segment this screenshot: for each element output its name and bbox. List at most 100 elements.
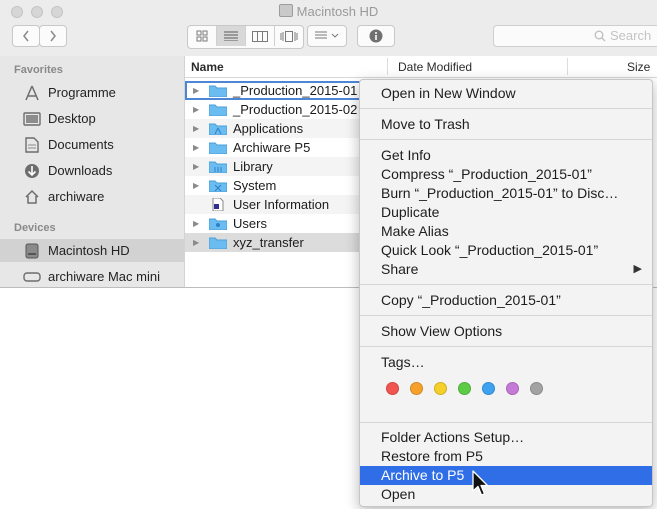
file-row[interactable]: User Information [185, 195, 375, 214]
disclosure-triangle-icon[interactable]: ▶ [193, 105, 203, 114]
menu-item-share[interactable]: Share ▶ [360, 260, 652, 279]
menu-item-archive-to-p5[interactable]: Archive to P5 [360, 466, 652, 485]
sidebar-item-label: Desktop [48, 111, 96, 126]
date-modified-column-header[interactable]: Date Modified [398, 60, 472, 74]
tag-purple[interactable] [506, 382, 519, 395]
file-row[interactable]: ▶ Applications [185, 119, 375, 138]
icon-view-button[interactable] [188, 26, 217, 46]
menu-separator [360, 108, 652, 109]
file-name: Applications [233, 121, 304, 136]
disclosure-triangle-icon[interactable]: ▶ [193, 124, 203, 133]
arrange-button[interactable] [307, 25, 347, 47]
menu-item-show-view-options[interactable]: Show View Options [360, 322, 652, 341]
list-view-button[interactable] [217, 26, 246, 46]
forward-button[interactable] [39, 25, 67, 47]
mouse-pointer-icon [472, 470, 489, 496]
column-divider[interactable] [387, 58, 388, 75]
menu-item-make-alias[interactable]: Make Alias [360, 222, 652, 241]
tag-yellow[interactable] [434, 382, 447, 395]
menu-item-open-in-new-window[interactable]: Open in New Window [360, 84, 652, 103]
sidebar-item-archiware[interactable]: archiware [0, 185, 184, 208]
system-folder-icon [208, 179, 228, 193]
file-row[interactable]: ▶ System [185, 176, 375, 195]
sidebar-item-desktop[interactable]: Desktop [0, 107, 184, 130]
documents-icon [22, 136, 42, 153]
applications-icon [22, 85, 42, 101]
disclosure-triangle-icon[interactable]: ▶ [193, 86, 203, 95]
disclosure-triangle-icon[interactable]: ▶ [193, 219, 203, 228]
list-icon [224, 31, 238, 41]
menu-item-share-label: Share [381, 261, 419, 277]
context-menu: Open in New Window Move to Trash Get Inf… [359, 79, 653, 507]
disclosure-triangle-icon[interactable]: ▶ [193, 162, 203, 171]
menu-item-open[interactable]: Open [360, 485, 652, 504]
columns-icon [252, 30, 268, 42]
get-info-button[interactable] [357, 25, 395, 47]
folder-icon [208, 84, 228, 98]
tag-red[interactable] [386, 382, 399, 395]
menu-item-move-to-trash[interactable]: Move to Trash [360, 115, 652, 134]
file-name: Archiware P5 [233, 140, 311, 155]
menu-item-burn[interactable]: Burn “_Production_2015-01” to Disc… [360, 184, 652, 203]
tag-blue[interactable] [482, 382, 495, 395]
column-divider[interactable] [567, 58, 568, 75]
disclosure-triangle-icon[interactable]: ▶ [193, 238, 203, 247]
hard-disk-icon [22, 243, 42, 259]
disclosure-triangle-icon[interactable]: ▶ [193, 181, 203, 190]
file-row[interactable]: ▶ xyz_transfer [185, 233, 375, 252]
file-row[interactable]: ▶ Library [185, 157, 375, 176]
sidebar-item-label: Downloads [48, 163, 113, 178]
menu-item-tags[interactable]: Tags… [360, 353, 652, 372]
sidebar-item-label: Programme [48, 85, 116, 100]
tag-gray[interactable] [530, 382, 543, 395]
arrange-icon [315, 31, 339, 39]
users-folder-icon [208, 217, 228, 231]
menu-item-folder-actions-setup[interactable]: Folder Actions Setup… [360, 428, 652, 447]
file-row[interactable]: ▶ Archiware P5 [185, 138, 375, 157]
size-column-header[interactable]: Size [627, 60, 650, 74]
sidebar-item-programme[interactable]: Programme [0, 81, 184, 104]
library-folder-icon [208, 160, 228, 174]
window-title: Macintosh HD [0, 4, 657, 19]
menu-item-copy[interactable]: Copy “_Production_2015-01” [360, 291, 652, 310]
cover-flow-button[interactable] [275, 26, 303, 46]
applications-folder-icon [208, 122, 228, 136]
file-name: _Production_2015-02 [233, 102, 358, 117]
sidebar-item-downloads[interactable]: Downloads [0, 159, 184, 182]
home-icon [22, 189, 42, 205]
menu-item-restore-from-p5[interactable]: Restore from P5 [360, 447, 652, 466]
tag-orange[interactable] [410, 382, 423, 395]
hard-disk-icon [278, 4, 293, 17]
chevron-right-icon [50, 30, 56, 42]
sidebar-item-documents[interactable]: Documents [0, 133, 184, 156]
favorites-heading: Favorites [14, 64, 63, 76]
menu-separator [360, 422, 652, 423]
title-bar: Macintosh HD [0, 0, 657, 22]
menu-item-duplicate[interactable]: Duplicate [360, 203, 652, 222]
column-view-button[interactable] [246, 26, 275, 46]
window-title-text: Macintosh HD [296, 4, 379, 19]
sidebar-item-archiware-mac-mini[interactable]: archiware Mac mini [0, 265, 184, 287]
view-mode-selector [187, 25, 304, 49]
tag-green[interactable] [458, 382, 471, 395]
menu-separator [360, 346, 652, 347]
menu-item-compress[interactable]: Compress “_Production_2015-01” [360, 165, 652, 184]
info-icon [369, 29, 383, 43]
desktop-icon [22, 111, 42, 127]
folder-icon [208, 141, 228, 155]
downloads-icon [22, 163, 42, 179]
file-row[interactable]: ▶ _Production_2015-02 [185, 100, 375, 119]
search-field[interactable]: Search [493, 25, 657, 47]
sidebar: Favorites Programme Desktop Documents Do… [0, 56, 185, 287]
name-column-header[interactable]: Name [191, 60, 224, 74]
sidebar-item-macintosh-hd[interactable]: Macintosh HD [0, 239, 184, 262]
file-row[interactable]: ▶ Users [185, 214, 375, 233]
disclosure-triangle-icon[interactable]: ▶ [193, 143, 203, 152]
sidebar-item-label: archiware [48, 189, 105, 204]
back-button[interactable] [12, 25, 40, 47]
file-row[interactable]: ▶ _Production_2015-01 [185, 81, 375, 100]
sidebar-item-label: Macintosh HD [48, 243, 130, 258]
menu-item-get-info[interactable]: Get Info [360, 146, 652, 165]
menu-item-quick-look[interactable]: Quick Look “_Production_2015-01” [360, 241, 652, 260]
grid-icon [196, 30, 208, 42]
